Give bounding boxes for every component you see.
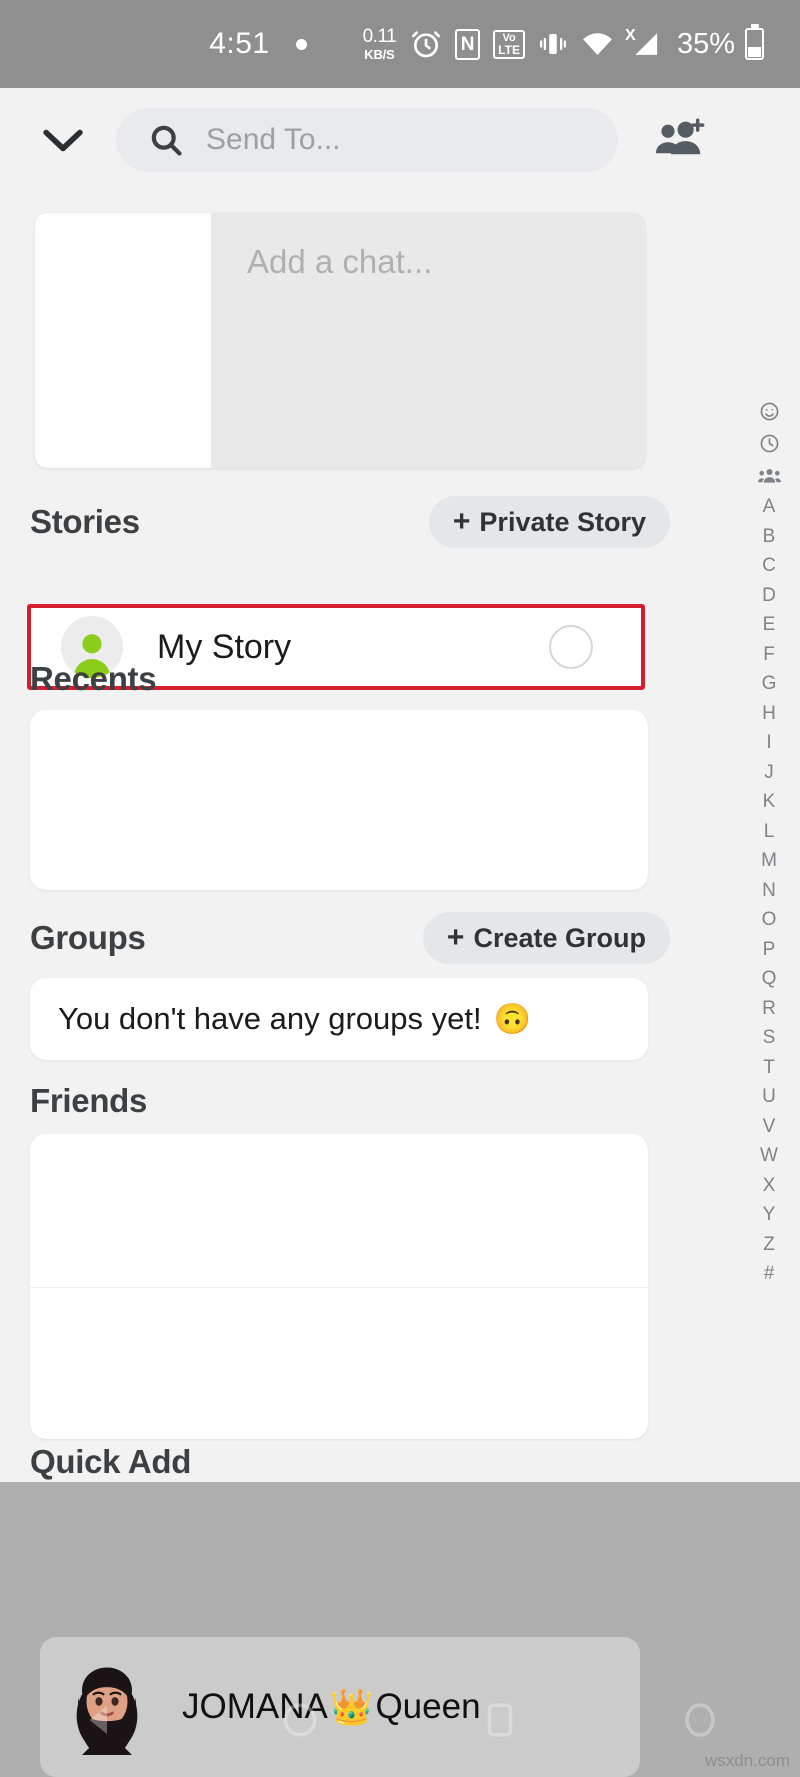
- alpha-index-letter[interactable]: B: [763, 522, 776, 552]
- alpha-index-letter[interactable]: E: [763, 610, 776, 640]
- alpha-index-letter[interactable]: U: [762, 1082, 776, 1112]
- group-people-icon[interactable]: [757, 460, 781, 490]
- friends-panel-divider: [30, 1287, 648, 1288]
- alpha-index-letter[interactable]: P: [763, 935, 776, 965]
- create-group-button[interactable]: + Create Group: [422, 912, 670, 964]
- wifi-icon: [581, 30, 614, 58]
- status-bar-notification-dot: [295, 38, 307, 50]
- alpha-index-letter[interactable]: K: [763, 787, 776, 817]
- private-story-button[interactable]: + Private Story: [428, 496, 670, 548]
- friends-title: Friends: [30, 1082, 148, 1119]
- search-input[interactable]: Send To...: [116, 108, 618, 172]
- alpha-index-letter[interactable]: Y: [763, 1200, 776, 1230]
- alpha-index-letter[interactable]: C: [762, 551, 776, 581]
- friends-section-header: Friends: [30, 1082, 670, 1120]
- nav-back-icon[interactable]: [79, 1699, 121, 1746]
- add-chat-card[interactable]: Add a chat...: [35, 213, 645, 468]
- add-friends-icon[interactable]: [644, 105, 714, 175]
- search-icon: [148, 122, 184, 158]
- groups-title: Groups: [30, 919, 146, 956]
- volte-line-1: Vo: [502, 31, 516, 44]
- nav-recents-icon[interactable]: [479, 1699, 521, 1746]
- alpha-index-letter[interactable]: Q: [762, 964, 777, 994]
- nfc-icon-label: N: [455, 28, 481, 60]
- alpha-index-letter[interactable]: #: [764, 1259, 775, 1289]
- recents-section-header: Recents: [30, 660, 670, 698]
- alpha-index-letter[interactable]: O: [762, 905, 777, 935]
- vibrate-icon: [538, 29, 568, 59]
- phone-screen: 4:51 0.11 KB/S N Vo LTE X 35% Send To...…: [0, 0, 800, 1777]
- signal-x-badge: X: [624, 27, 636, 44]
- alpha-index-letter[interactable]: L: [764, 817, 775, 847]
- android-navigation-bar: [0, 1667, 800, 1777]
- groups-empty-text: You don't have any groups yet!: [58, 1001, 482, 1036]
- alpha-index-letter[interactable]: J: [764, 758, 774, 788]
- bottom-dimmed-overlay: JOMANA 👑 Queen: [0, 1482, 800, 1777]
- friends-panel[interactable]: [30, 1134, 648, 1439]
- add-chat-thumbnail: [35, 213, 211, 468]
- volte-line-2: LTE: [498, 42, 520, 57]
- emoji-smiley-icon[interactable]: [759, 396, 780, 426]
- network-speed-indicator: 0.11 KB/S: [363, 27, 397, 61]
- status-bar: 4:51 0.11 KB/S N Vo LTE X 35%: [0, 0, 800, 88]
- create-group-label: Create Group: [473, 922, 646, 953]
- alpha-index-letter[interactable]: M: [761, 846, 777, 876]
- volte-icon: Vo LTE: [493, 29, 525, 59]
- recents-panel[interactable]: [30, 710, 648, 890]
- nav-extra-icon[interactable]: [679, 1699, 721, 1746]
- alpha-index-letter[interactable]: D: [762, 581, 776, 611]
- watermark-text: wsxdn.com: [704, 1751, 790, 1770]
- nav-home-icon[interactable]: [279, 1699, 321, 1746]
- private-story-plus: +: [452, 505, 471, 538]
- quick-add-title: Quick Add: [30, 1443, 192, 1480]
- search-header: Send To...: [0, 98, 800, 182]
- alpha-index-letter[interactable]: G: [762, 669, 777, 699]
- alpha-index-letter[interactable]: N: [762, 876, 776, 906]
- nfc-icon: N: [455, 28, 481, 60]
- search-input-placeholder: Send To...: [206, 123, 341, 156]
- cellular-signal-no-sim-icon: X: [624, 27, 660, 59]
- alpha-index-letter[interactable]: A: [763, 492, 776, 522]
- status-bar-time: 4:51: [209, 27, 270, 60]
- clock-icon[interactable]: [759, 428, 780, 458]
- create-group-plus: +: [446, 921, 465, 954]
- alpha-index-letter[interactable]: F: [763, 640, 775, 670]
- alpha-index-letter[interactable]: R: [762, 994, 776, 1024]
- stories-title: Stories: [30, 503, 140, 540]
- groups-empty-message: You don't have any groups yet! 🙃: [30, 978, 648, 1060]
- alpha-index-letter[interactable]: X: [763, 1171, 776, 1201]
- battery-percent: 35%: [676, 27, 735, 60]
- add-chat-placeholder: Add a chat...: [247, 243, 433, 280]
- upside-down-face-icon: 🙃: [493, 1002, 531, 1036]
- stories-section-header: Stories + Private Story: [30, 496, 670, 548]
- battery-icon: [745, 24, 764, 60]
- chevron-down-icon[interactable]: [28, 105, 98, 175]
- network-speed-unit: KB/S: [364, 47, 395, 62]
- alpha-index-letter[interactable]: I: [766, 728, 771, 758]
- alpha-index-letter[interactable]: W: [760, 1141, 778, 1171]
- alpha-index-letter[interactable]: Z: [763, 1230, 775, 1260]
- network-speed-value: 0.11: [362, 26, 397, 47]
- alpha-index-letter[interactable]: H: [762, 699, 776, 729]
- private-story-label: Private Story: [479, 506, 646, 537]
- groups-section-header: Groups + Create Group: [30, 912, 670, 964]
- recents-title: Recents: [30, 660, 157, 697]
- alpha-index-letter[interactable]: T: [763, 1053, 775, 1083]
- alpha-index-letter[interactable]: S: [763, 1023, 776, 1053]
- alphabet-index-scrubber[interactable]: A B C D E F G H I J K L M N O P Q R S T …: [752, 396, 786, 1289]
- alpha-index-letter[interactable]: V: [763, 1112, 776, 1142]
- alarm-clock-icon: [410, 28, 442, 60]
